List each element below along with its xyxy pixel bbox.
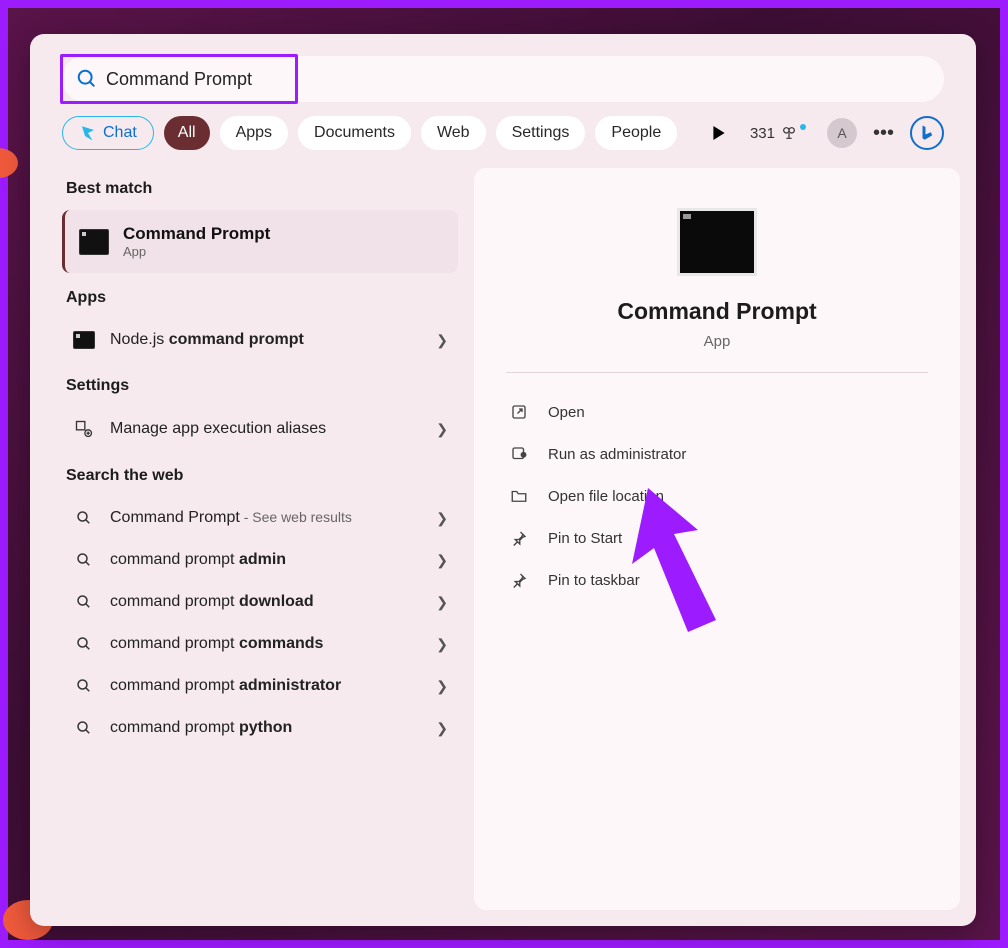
search-icon <box>72 551 96 569</box>
settings-item-label: Manage app execution aliases <box>110 420 422 438</box>
chat-label: Chat <box>103 124 137 142</box>
search-icon <box>72 509 96 527</box>
filter-toolbar: Chat All Apps Documents Web Settings Peo… <box>30 102 976 164</box>
best-match-title: Command Prompt <box>123 224 270 244</box>
action-pin-taskbar[interactable]: Pin to taskbar <box>506 559 928 601</box>
web-item[interactable]: command prompt download ❯ <box>62 581 458 623</box>
section-best-match: Best match <box>66 180 458 198</box>
search-icon <box>76 68 98 90</box>
best-match-item[interactable]: Command Prompt App <box>62 210 458 273</box>
web-item-label: command prompt admin <box>110 551 422 569</box>
divider <box>506 372 928 373</box>
action-label: Pin to Start <box>548 530 622 547</box>
web-item[interactable]: Command Prompt - See web results ❯ <box>62 497 458 539</box>
action-label: Pin to taskbar <box>548 572 640 589</box>
web-item-label: Command Prompt - See web results <box>110 509 422 527</box>
app-icon <box>677 208 757 276</box>
bg-decoration <box>0 148 18 178</box>
web-item-label: command prompt administrator <box>110 677 422 695</box>
chevron-right-icon: ❯ <box>436 636 448 653</box>
play-icon[interactable] <box>712 126 726 140</box>
chevron-right-icon: ❯ <box>436 510 448 527</box>
cmd-icon <box>73 331 95 349</box>
action-label: Open file location <box>548 488 664 505</box>
shield-icon <box>510 445 530 463</box>
action-run-admin[interactable]: Run as administrator <box>506 433 928 475</box>
search-input[interactable] <box>62 56 944 102</box>
chevron-right-icon: ❯ <box>436 332 448 349</box>
tab-people[interactable]: People <box>595 116 677 150</box>
action-open[interactable]: Open <box>506 391 928 433</box>
details-subtitle: App <box>704 333 731 350</box>
search-icon <box>72 719 96 737</box>
more-icon[interactable]: ••• <box>873 122 894 145</box>
search-icon <box>72 677 96 695</box>
open-icon <box>510 403 530 421</box>
app-item-label: Node.js command prompt <box>110 331 422 349</box>
chevron-right-icon: ❯ <box>436 720 448 737</box>
folder-icon <box>510 487 530 505</box>
search-icon <box>72 593 96 611</box>
web-item-label: command prompt python <box>110 719 422 737</box>
settings-item[interactable]: Manage app execution aliases ❯ <box>62 407 458 451</box>
points-indicator[interactable]: 331 <box>750 124 809 142</box>
bing-icon[interactable] <box>910 116 944 150</box>
points-count: 331 <box>750 125 775 142</box>
pin-icon <box>510 529 530 547</box>
chevron-right-icon: ❯ <box>436 678 448 695</box>
web-item[interactable]: command prompt administrator ❯ <box>62 665 458 707</box>
action-pin-start[interactable]: Pin to Start <box>506 517 928 559</box>
chevron-right-icon: ❯ <box>436 421 448 438</box>
tab-all[interactable]: All <box>164 116 210 150</box>
search-icon <box>72 635 96 653</box>
tab-apps[interactable]: Apps <box>220 116 288 150</box>
best-match-subtitle: App <box>123 244 270 259</box>
pin-icon <box>510 571 530 589</box>
tab-settings[interactable]: Settings <box>496 116 586 150</box>
web-item[interactable]: command prompt python ❯ <box>62 707 458 749</box>
results-list: Best match Command Prompt App Apps Node.… <box>62 164 468 910</box>
web-item[interactable]: command prompt commands ❯ <box>62 623 458 665</box>
section-apps: Apps <box>66 289 458 307</box>
web-item-label: command prompt commands <box>110 635 422 653</box>
action-open-location[interactable]: Open file location <box>506 475 928 517</box>
action-label: Open <box>548 404 585 421</box>
web-item-label: command prompt download <box>110 593 422 611</box>
app-item[interactable]: Node.js command prompt ❯ <box>62 319 458 361</box>
alias-icon <box>72 419 96 439</box>
details-title: Command Prompt <box>617 298 816 325</box>
section-web: Search the web <box>66 467 458 485</box>
cmd-icon <box>79 229 109 255</box>
action-label: Run as administrator <box>548 446 686 463</box>
section-settings: Settings <box>66 377 458 395</box>
tab-web[interactable]: Web <box>421 116 486 150</box>
details-pane: Command Prompt App Open Run as administr… <box>474 168 960 910</box>
search-panel: Chat All Apps Documents Web Settings Peo… <box>30 34 976 926</box>
chevron-right-icon: ❯ <box>436 594 448 611</box>
web-item[interactable]: command prompt admin ❯ <box>62 539 458 581</box>
tab-documents[interactable]: Documents <box>298 116 411 150</box>
avatar[interactable]: A <box>827 118 857 148</box>
chat-button[interactable]: Chat <box>62 116 154 150</box>
chevron-right-icon: ❯ <box>436 552 448 569</box>
